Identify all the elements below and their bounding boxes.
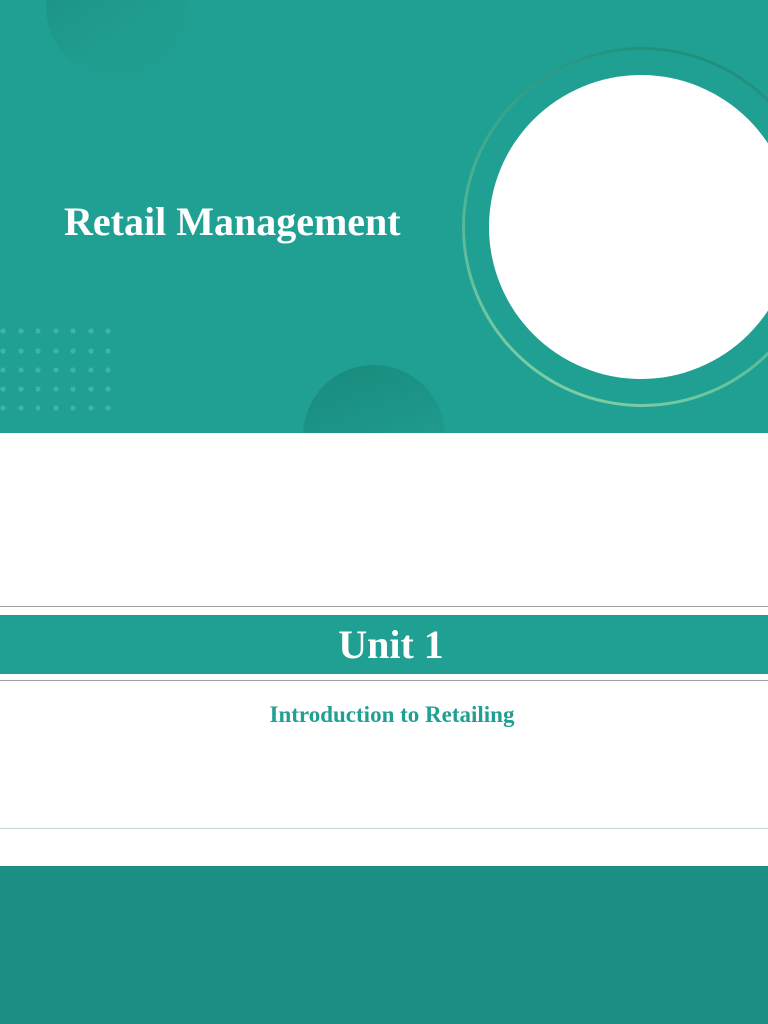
- unit-subtitle: Introduction to Retailing: [269, 702, 515, 727]
- divider-line-top: [0, 606, 768, 607]
- unit-title-band: Unit 1: [0, 615, 768, 674]
- title-slide: Retail Management: [0, 0, 768, 433]
- dot-grid-pattern: [0, 328, 111, 411]
- presentation-title: Retail Management: [64, 199, 401, 244]
- decorative-circle-bottom: [303, 365, 445, 433]
- next-slide-panel: [0, 866, 768, 1024]
- decorative-circle-top: [46, 0, 188, 78]
- divider-line-middle: [0, 680, 768, 681]
- document-page: Retail Management Unit 1 Introduction to…: [0, 0, 768, 1024]
- unit-title: Unit 1: [338, 622, 444, 667]
- divider-line-bottom: [0, 828, 768, 829]
